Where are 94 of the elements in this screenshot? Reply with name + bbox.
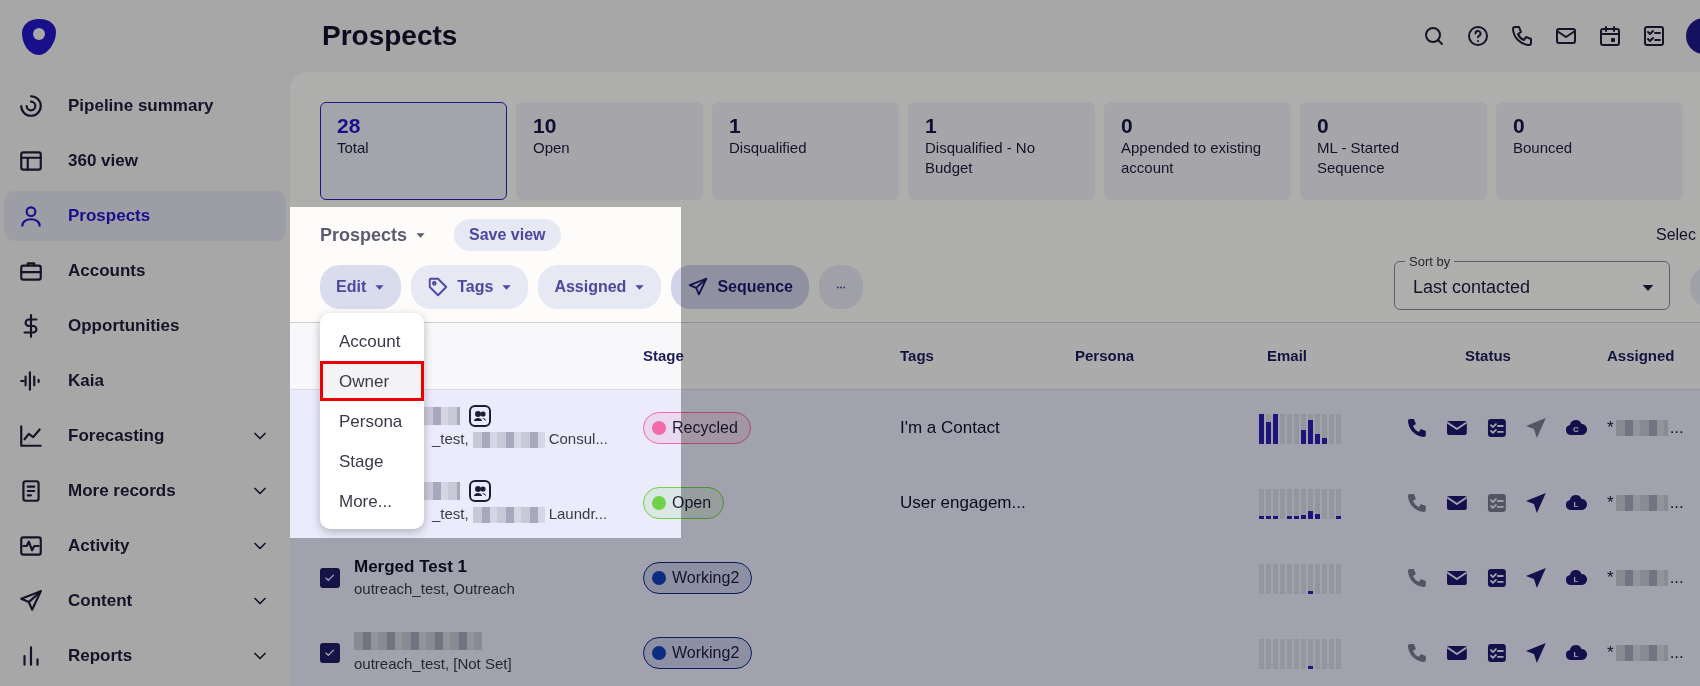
stat-value: 0 <box>1121 113 1134 139</box>
assignee-text: * <box>1607 566 1614 589</box>
logo[interactable] <box>20 17 58 57</box>
subtitle-text: _test, <box>432 504 469 525</box>
send-icon[interactable] <box>1524 415 1549 440</box>
search-icon[interactable] <box>1422 24 1446 48</box>
column-header[interactable]: Persona <box>1068 344 1258 368</box>
stat-value: 0 <box>1317 113 1330 139</box>
checklist-icon[interactable] <box>1642 24 1666 48</box>
stat-card[interactable]: 28 Total <box>320 102 507 200</box>
checkbox[interactable] <box>320 567 340 588</box>
tags-button[interactable]: Tags <box>411 265 529 309</box>
stat-card[interactable]: 1 Disqualified <box>712 102 899 200</box>
prospect-name[interactable]: Merged Test 1 <box>354 553 468 579</box>
send-icon[interactable] <box>1524 565 1549 590</box>
stat-card[interactable]: 0 Appended to existing account <box>1104 102 1291 200</box>
redacted-text <box>1615 494 1668 511</box>
column-header[interactable]: Tags <box>893 344 1068 368</box>
menu-item[interactable]: Owner <box>320 361 424 401</box>
tag-icon <box>427 276 450 298</box>
sidebar-item[interactable]: Opportunities <box>4 301 286 351</box>
layout-icon <box>18 148 44 174</box>
stat-value: 28 <box>337 113 362 139</box>
subtitle-text: outreach_test, [Not Set] <box>354 654 512 675</box>
send-icon[interactable] <box>1524 640 1549 665</box>
send-icon <box>687 276 710 298</box>
page-title: Prospects <box>322 19 458 53</box>
column-header[interactable]: Email <box>1258 344 1388 368</box>
column-header[interactable]: Stage <box>643 344 893 368</box>
assignee-text: * <box>1607 641 1614 664</box>
select-label[interactable]: Selec <box>1655 223 1696 247</box>
stat-card[interactable]: 1 Disqualified - No Budget <box>908 102 1095 200</box>
send-icon <box>18 588 44 614</box>
stat-label: Bounced <box>1513 138 1574 158</box>
stat-label: Total <box>337 138 370 158</box>
dropdown-button[interactable]: Assigned <box>538 265 662 309</box>
tag-text: I'm a Contact <box>899 417 1000 437</box>
assignee-text: ... <box>1669 641 1684 664</box>
column-header[interactable]: Assigned <box>1588 344 1700 368</box>
calendar-icon[interactable] <box>1598 24 1622 48</box>
sidebar-item[interactable]: Prospects <box>4 191 286 241</box>
sidebar-item[interactable]: Content <box>4 576 286 626</box>
sidebar-item[interactable]: Accounts <box>4 246 286 296</box>
person-icon <box>18 203 44 229</box>
sequence-button[interactable]: Sequence <box>671 265 809 309</box>
stat-card[interactable]: 0 Bounced <box>1496 102 1683 200</box>
dropdown-button[interactable]: Edit <box>320 265 402 309</box>
sidebar-item[interactable]: Activity <box>4 521 286 571</box>
assignee-text: ... <box>1669 416 1684 439</box>
sidebar-item[interactable]: Kaia <box>4 356 286 406</box>
save-view-button[interactable]: Save view <box>454 219 561 251</box>
assignee-text: ... <box>1669 491 1684 514</box>
redacted-text <box>1615 569 1668 586</box>
stat-value: 10 <box>533 113 558 139</box>
send-icon[interactable] <box>1524 490 1549 515</box>
menu-item[interactable]: Stage <box>320 441 424 481</box>
stat-card[interactable]: 10 Open <box>516 102 703 200</box>
sidebar-item[interactable]: More records <box>4 466 286 516</box>
sort-dropdown[interactable]: Sort by Last contacted <box>1394 254 1670 310</box>
assignee-text: * <box>1607 491 1614 514</box>
subtitle-text: Laundr... <box>548 504 608 525</box>
stat-label: Open <box>533 138 571 158</box>
stat-label: Disqualified - No Budget <box>925 138 1037 178</box>
stat-value: 0 <box>1513 113 1526 139</box>
checkbox[interactable] <box>320 642 340 663</box>
stat-label: Appended to existing account <box>1121 138 1263 178</box>
sidebar-item[interactable]: Reports <box>4 631 286 681</box>
column-header[interactable]: Status <box>1388 344 1588 368</box>
menu-item[interactable]: Persona <box>320 401 424 441</box>
sidebar-item[interactable]: Pipeline summary <box>4 81 286 131</box>
sidebar-item[interactable]: Forecasting <box>4 411 286 461</box>
spiral-icon <box>18 93 44 119</box>
sidebar-item[interactable]: 360 view <box>4 136 286 186</box>
subtitle-text: Consul... <box>548 429 608 450</box>
subtitle-text: outreach_test, Outreach <box>354 579 515 600</box>
assignee-text: ... <box>1669 566 1684 589</box>
pulse-icon <box>18 533 44 559</box>
stat-value: 1 <box>729 113 742 139</box>
line-chart-icon <box>18 423 44 449</box>
stat-label: ML - Started Sequence <box>1317 138 1400 178</box>
tag-text: User engagem... <box>899 492 1026 512</box>
view-selector[interactable]: Prospects <box>320 221 427 249</box>
menu-item[interactable]: More... <box>320 481 424 521</box>
phone-icon[interactable] <box>1510 24 1534 48</box>
redacted-text <box>1615 644 1668 661</box>
stat-card[interactable]: 0 ML - Started Sequence <box>1300 102 1487 200</box>
assignee-text: * <box>1607 416 1614 439</box>
redacted-text <box>1615 419 1668 436</box>
help-icon[interactable] <box>1466 24 1490 48</box>
sort-label: Sort by <box>1408 254 1452 270</box>
stat-value: 1 <box>925 113 938 139</box>
subtitle-text: _test, <box>432 429 469 450</box>
menu-item[interactable]: Account <box>320 321 424 361</box>
stat-label: Disqualified <box>729 138 808 158</box>
